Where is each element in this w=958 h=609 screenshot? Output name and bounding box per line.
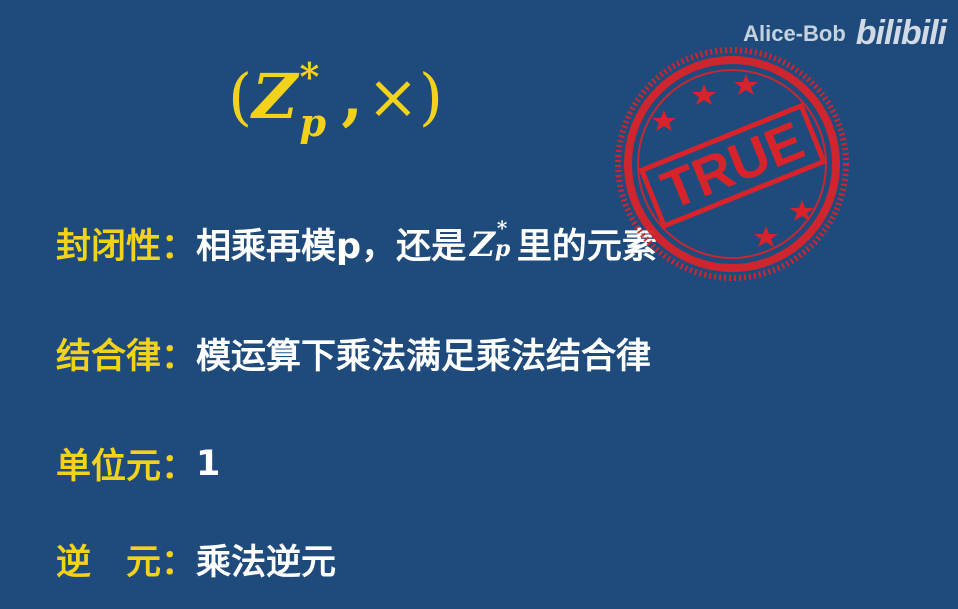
title-subscript: p <box>299 100 327 145</box>
title-base: Z <box>252 60 298 133</box>
closure-math: Z * p <box>470 216 513 265</box>
watermark-author: Alice-Bob <box>743 20 846 46</box>
closure-math-scripts: * p <box>495 216 513 262</box>
title-comma: , <box>341 60 363 133</box>
closure-label: 封闭性： <box>56 227 197 267</box>
identity-label: 单位元： <box>56 447 197 487</box>
closure-text: 相乘再模p，还是 Z * p 里的元素 <box>196 216 657 269</box>
stamp-text: TRUE <box>653 111 812 222</box>
associativity-row: 结合律： 模运算下乘法满足乘法结合律 <box>56 328 651 379</box>
star-icon <box>754 226 778 247</box>
inverse-row: 逆 元： 乘法逆元 <box>56 534 336 585</box>
inverse-label: 逆 元： <box>56 543 197 583</box>
bilibili-logo: bilibili <box>855 14 947 52</box>
true-stamp: TRUE <box>615 47 849 281</box>
star-icon <box>790 200 814 221</box>
associativity-label: 结合律： <box>56 337 197 377</box>
title-operator: × <box>366 60 419 133</box>
title-superscript: * <box>299 54 320 99</box>
closure-math-base: Z <box>470 225 495 265</box>
slide: Alice-Bob bilibili ( Z * p , × ) 封闭性： 相乘… <box>0 0 958 609</box>
star-icon <box>692 84 716 105</box>
identity-text: 1 <box>196 443 221 484</box>
identity-row: 单位元： 1 <box>56 438 220 489</box>
group-title: ( Z * p , × ) <box>228 57 444 141</box>
closure-math-sub: p <box>494 236 511 262</box>
title-close-paren: ) <box>418 60 444 133</box>
inverse-text: 乘法逆元 <box>196 543 337 583</box>
closure-text-before: 相乘再模p，还是 <box>196 227 467 267</box>
associativity-text: 模运算下乘法满足乘法结合律 <box>196 337 652 377</box>
star-icon <box>652 110 676 131</box>
title-open-paren: ( <box>228 60 253 133</box>
star-icon <box>734 74 758 95</box>
title-scripts: * p <box>299 57 326 141</box>
closure-row: 封闭性： 相乘再模p，还是 Z * p 里的元素 <box>56 216 657 269</box>
